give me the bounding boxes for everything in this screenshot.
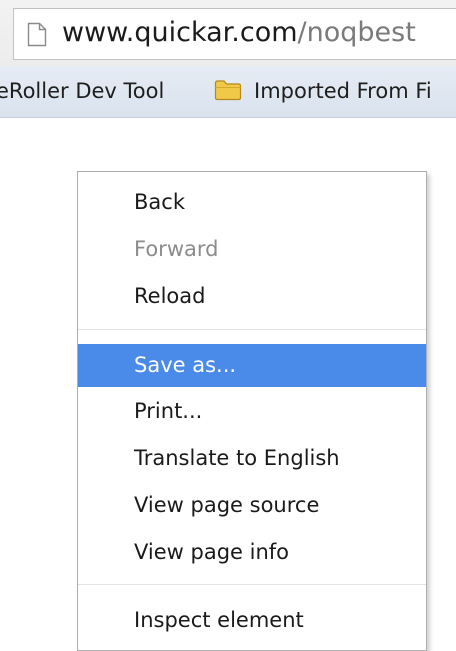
- menu-item-inspect-element[interactable]: Inspect element: [78, 600, 426, 640]
- omnibox[interactable]: www.quickar.com/noqbest: [13, 8, 456, 60]
- menu-separator: [78, 329, 426, 330]
- context-menu: Back Forward Reload Save as... Print... …: [77, 171, 427, 651]
- address-bar: www.quickar.com/noqbest: [0, 0, 456, 66]
- url-path: /noqbest: [297, 17, 416, 48]
- menu-item-translate[interactable]: Translate to English: [78, 438, 426, 478]
- menu-item-view-page-info[interactable]: View page info: [78, 532, 426, 572]
- menu-item-view-page-source[interactable]: View page source: [78, 485, 426, 525]
- folder-icon: [214, 76, 242, 101]
- bookmark-label: Imported From Fi: [254, 79, 432, 103]
- bookmark-label: eRoller Dev Tool: [0, 79, 165, 103]
- bookmarks-bar: eRoller Dev Tool Imported From Fi: [0, 66, 456, 118]
- menu-item-print[interactable]: Print...: [78, 391, 426, 431]
- page-icon: [27, 22, 47, 47]
- bookmark-imported-folder[interactable]: Imported From Fi: [214, 73, 432, 109]
- url-text[interactable]: www.quickar.com/noqbest: [62, 15, 416, 51]
- menu-item-back[interactable]: Back: [78, 182, 426, 222]
- menu-item-save-as[interactable]: Save as...: [78, 344, 426, 387]
- bookmark-eroller-dev-tool[interactable]: eRoller Dev Tool: [0, 73, 164, 109]
- menu-item-forward[interactable]: Forward: [78, 229, 426, 269]
- menu-item-reload[interactable]: Reload: [78, 276, 426, 316]
- menu-separator: [78, 584, 426, 585]
- url-host: www.quickar.com: [62, 17, 298, 48]
